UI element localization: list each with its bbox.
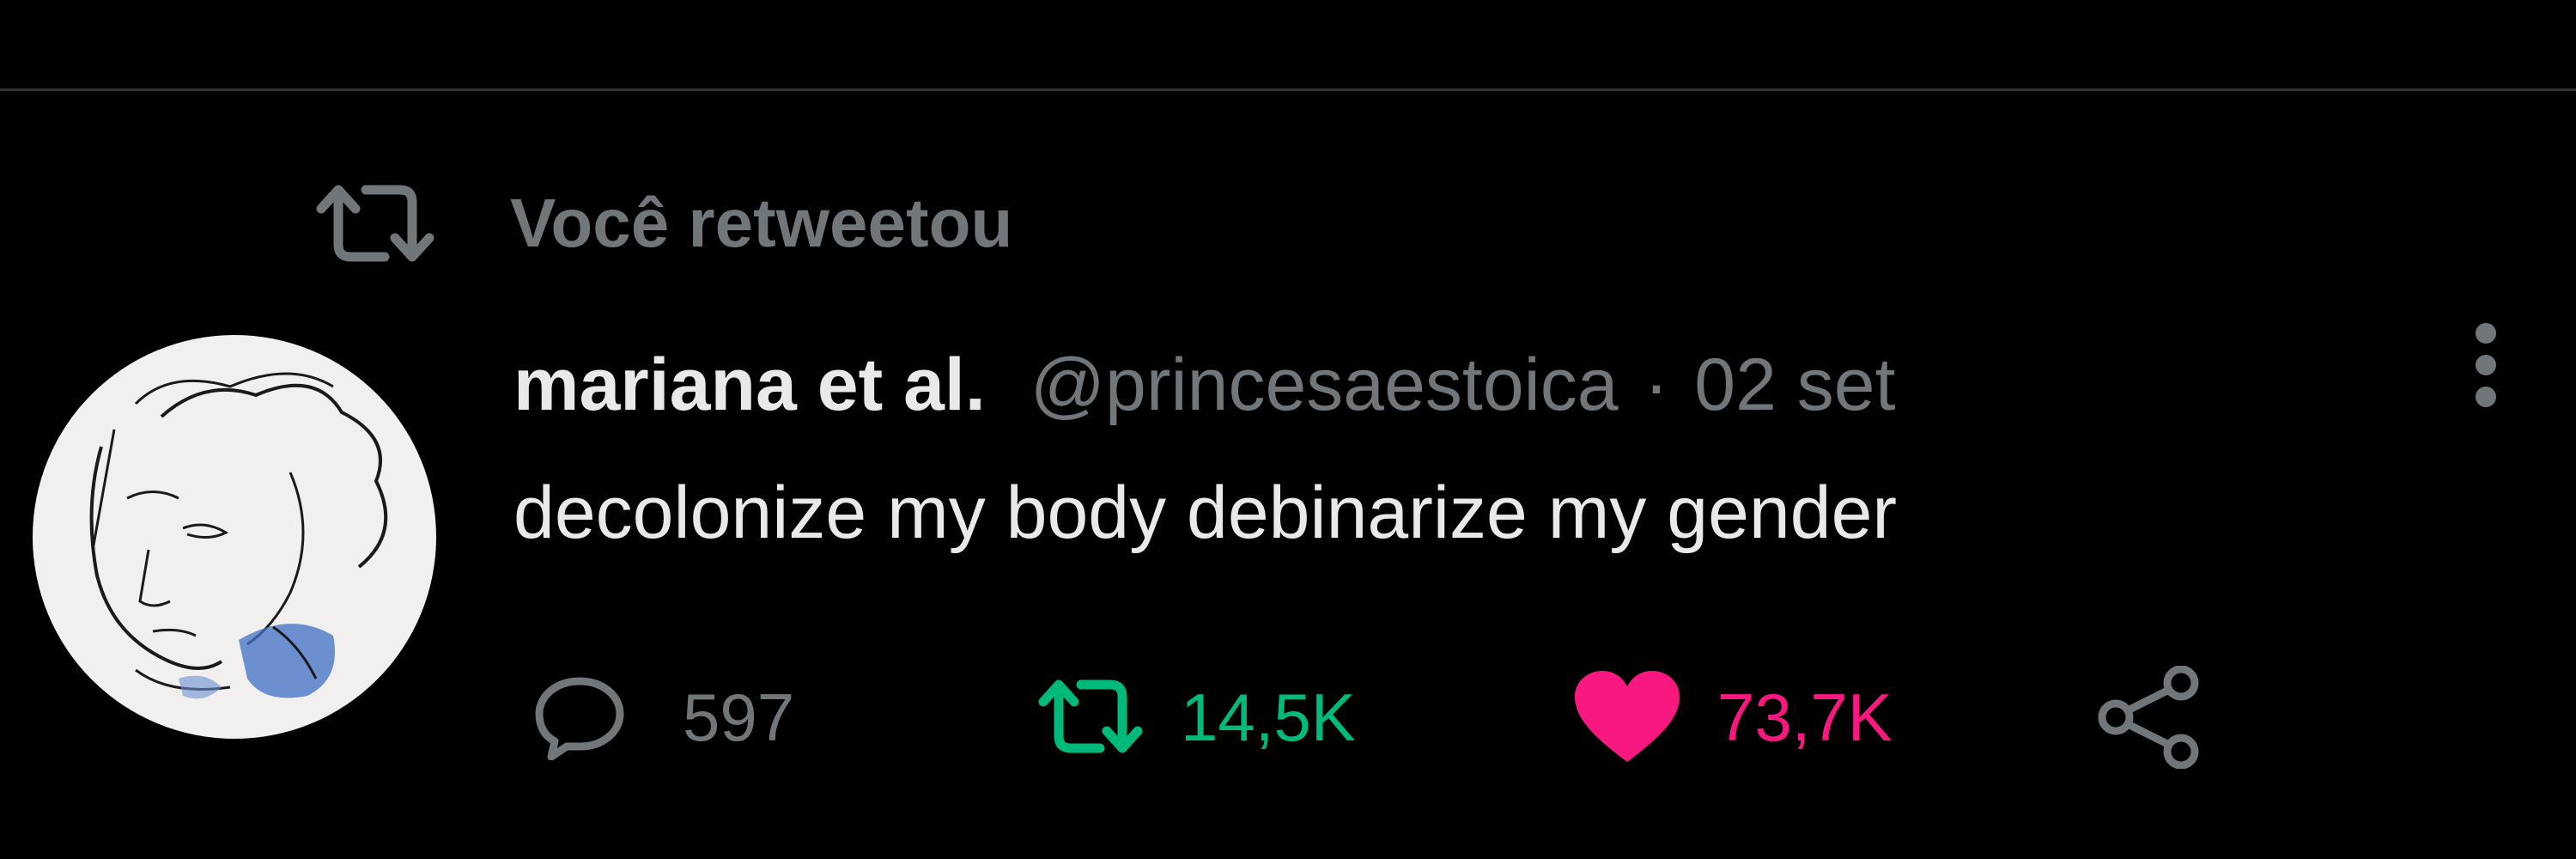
retweet-icon xyxy=(311,176,440,271)
retweet-icon xyxy=(1035,666,1146,769)
user-handle[interactable]: @princesaestoica xyxy=(1030,343,1619,428)
more-dot-icon xyxy=(2476,323,2496,344)
tweet-date[interactable]: 02 set xyxy=(1694,343,1895,428)
more-dot-icon xyxy=(2476,355,2496,375)
more-options-button[interactable] xyxy=(2451,318,2520,412)
avatar[interactable] xyxy=(33,335,436,739)
retweet-context: Você retweetou xyxy=(311,176,1012,271)
like-count: 73,7K xyxy=(1717,679,1893,755)
retweet-count: 14,5K xyxy=(1181,679,1356,755)
tweet-header: mariana et al. @princesaestoica · 02 set xyxy=(513,342,1896,428)
like-button[interactable]: 73,7K xyxy=(1571,666,1893,769)
retweet-context-label: Você retweetou xyxy=(510,185,1013,261)
more-dot-icon xyxy=(2476,387,2496,407)
share-icon xyxy=(2095,666,2207,769)
reply-count: 597 xyxy=(683,679,795,755)
separator-dot: · xyxy=(1643,343,1669,426)
retweet-button[interactable]: 14,5K xyxy=(1035,666,1356,769)
reply-bubble-icon xyxy=(524,666,635,769)
heart-icon xyxy=(1571,666,1683,769)
top-divider xyxy=(0,88,2576,91)
tweet-text: decolonize my body debinarize my gender xyxy=(513,472,1898,554)
share-button[interactable] xyxy=(2095,666,2207,769)
reply-button[interactable]: 597 xyxy=(524,666,794,769)
display-name[interactable]: mariana et al. xyxy=(513,343,986,428)
